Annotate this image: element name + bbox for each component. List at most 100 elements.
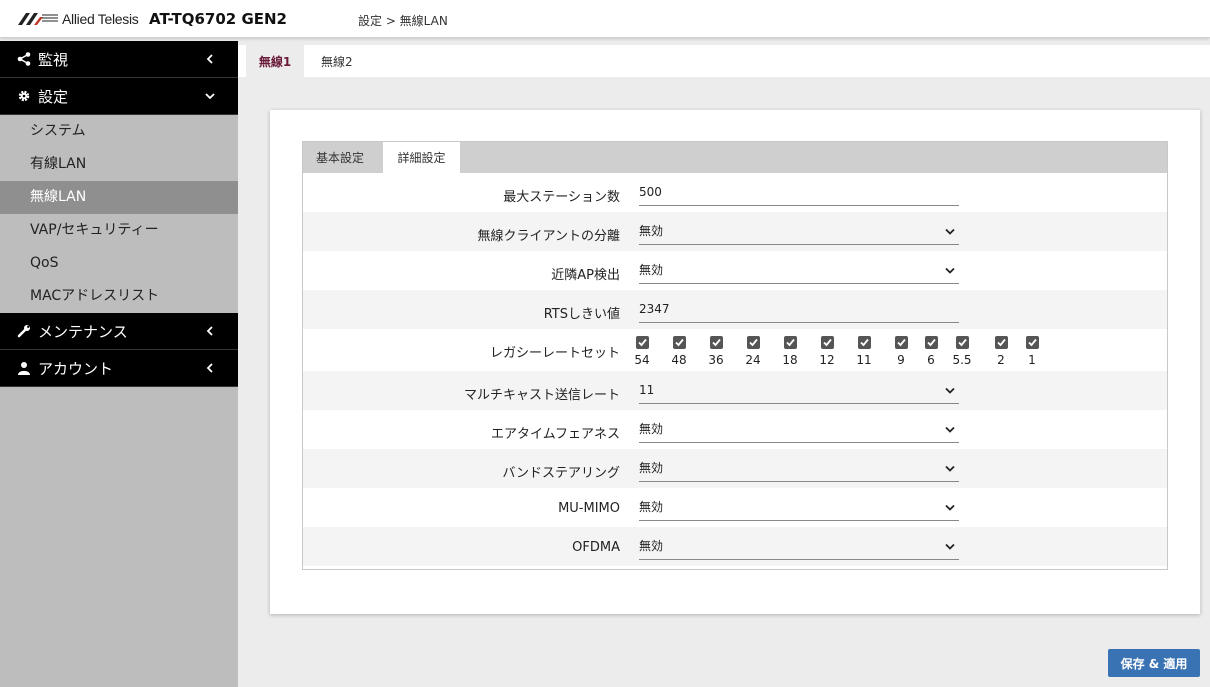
nav-group-label: 監視 bbox=[38, 50, 69, 69]
neighbor-ap-label: 近隣AP検出 bbox=[551, 268, 620, 283]
nav-group-label: メンテナンス bbox=[38, 322, 128, 341]
max-stations-label: 最大ステーション数 bbox=[503, 190, 620, 205]
ofdma-label: OFDMA bbox=[572, 540, 620, 555]
nav-group-maintenance[interactable]: メンテナンス bbox=[0, 313, 238, 350]
rate-checkbox[interactable] bbox=[955, 336, 969, 349]
sidebar-item-vap-security[interactable]: VAP/セキュリティー bbox=[0, 214, 238, 247]
chevron-down-icon bbox=[945, 228, 955, 235]
sidebar-item-system[interactable]: システム bbox=[0, 115, 238, 148]
legacy-rates-label: レガシーレートセット bbox=[489, 346, 620, 361]
legacy-rate-11: 11 bbox=[844, 336, 884, 367]
share-icon bbox=[16, 51, 32, 67]
row-airtime-fairness: エアタイムフェアネス 無効 bbox=[303, 410, 1167, 449]
row-multicast-rate: マルチキャスト送信レート 11 bbox=[303, 371, 1167, 410]
row-client-isolation: 無線クライアントの分離 無効 bbox=[303, 212, 1167, 251]
legacy-rate-36: 36 bbox=[696, 336, 736, 367]
save-apply-button[interactable]: 保存 & 適用 bbox=[1108, 649, 1200, 677]
rts-threshold-label: RTSしきい値 bbox=[543, 307, 620, 322]
legacy-rate-24: 24 bbox=[733, 336, 773, 367]
legacy-rate-18: 18 bbox=[770, 336, 810, 367]
rate-checkbox[interactable] bbox=[1025, 336, 1039, 349]
brand-name: Allied Telesis bbox=[62, 11, 139, 27]
tab-basic-settings[interactable]: 基本設定 bbox=[316, 142, 364, 173]
top-header: Allied Telesis AT-TQ6702 GEN2 設定 > 無線LAN bbox=[0, 0, 1210, 38]
rate-checkbox[interactable] bbox=[783, 336, 797, 349]
chevron-down-icon bbox=[945, 387, 955, 394]
nav-group-account[interactable]: アカウント bbox=[0, 350, 238, 387]
multicast-rate-label: マルチキャスト送信レート bbox=[463, 388, 620, 403]
rate-checkbox[interactable] bbox=[894, 336, 908, 349]
row-legacy-rates: レガシーレートセット 54 48 36 24 18 12 11 9 6 5.5 2 1 bbox=[303, 329, 1167, 371]
allied-telesis-logo-icon bbox=[18, 13, 58, 25]
mu-mimo-select[interactable]: 無効 bbox=[639, 496, 959, 521]
row-rts-threshold: RTSしきい値 2347 bbox=[303, 290, 1167, 329]
brand-logo: Allied Telesis bbox=[18, 11, 139, 27]
rate-checkbox[interactable] bbox=[635, 336, 649, 349]
rate-checkbox[interactable] bbox=[746, 336, 760, 349]
breadcrumb: 設定 > 無線LAN bbox=[358, 14, 448, 28]
settings-sub-tabs: 基本設定 詳細設定 bbox=[303, 142, 1167, 173]
device-model: AT-TQ6702 GEN2 bbox=[149, 10, 287, 28]
rate-checkbox[interactable] bbox=[672, 336, 686, 349]
settings-submenu: システム 有線LAN 無線LAN VAP/セキュリティー QoS MACアドレス… bbox=[0, 115, 238, 313]
tab-radio-1[interactable]: 無線1 bbox=[246, 45, 304, 77]
sidebar-item-wired-lan[interactable]: 有線LAN bbox=[0, 148, 238, 181]
chevron-left-icon bbox=[206, 54, 213, 64]
rts-threshold-input[interactable]: 2347 bbox=[639, 298, 959, 323]
neighbor-ap-select[interactable]: 無効 bbox=[639, 259, 959, 284]
chevron-down-icon bbox=[945, 267, 955, 274]
row-band-steering: バンドステアリング 無効 bbox=[303, 449, 1167, 488]
rate-label: 1 bbox=[1028, 353, 1036, 367]
multicast-rate-select[interactable]: 11 bbox=[639, 379, 959, 404]
settings-panel: 基本設定 詳細設定 最大ステーション数 500 無線クライアントの分離 無効 近… bbox=[270, 110, 1200, 614]
nav-group-monitor[interactable]: 監視 bbox=[0, 41, 238, 78]
tab-radio-2[interactable]: 無線2 bbox=[321, 45, 353, 77]
legacy-rate-5-5: 5.5 bbox=[942, 336, 982, 367]
sidebar: 監視 設定 システム 有線LAN 無線LAN VAP/セキュリティー QoS M… bbox=[0, 41, 238, 687]
legacy-rate-12: 12 bbox=[807, 336, 847, 367]
row-neighbor-ap: 近隣AP検出 無効 bbox=[303, 251, 1167, 290]
wrench-icon bbox=[16, 323, 32, 339]
rate-label: 24 bbox=[745, 353, 761, 367]
form-box: 基本設定 詳細設定 最大ステーション数 500 無線クライアントの分離 無効 近… bbox=[302, 141, 1168, 570]
nav-group-label: 設定 bbox=[38, 87, 69, 106]
rate-checkbox[interactable] bbox=[857, 336, 871, 349]
ofdma-select[interactable]: 無効 bbox=[639, 535, 959, 560]
legacy-rate-54: 54 bbox=[622, 336, 662, 367]
airtime-fairness-select[interactable]: 無効 bbox=[639, 418, 959, 443]
band-steering-label: バンドステアリング bbox=[502, 466, 620, 481]
nav-group-settings[interactable]: 設定 bbox=[0, 78, 238, 115]
band-steering-select[interactable]: 無効 bbox=[639, 457, 959, 482]
rate-checkbox[interactable] bbox=[924, 336, 938, 349]
client-isolation-select[interactable]: 無効 bbox=[639, 220, 959, 245]
rate-label: 12 bbox=[819, 353, 835, 367]
chevron-left-icon bbox=[206, 363, 213, 373]
chevron-down-icon bbox=[945, 543, 955, 550]
airtime-fairness-label: エアタイムフェアネス bbox=[491, 427, 620, 442]
rate-label: 36 bbox=[708, 353, 724, 367]
chevron-left-icon bbox=[206, 326, 213, 336]
tab-advanced-settings[interactable]: 詳細設定 bbox=[383, 142, 460, 173]
sidebar-item-mac-address-list[interactable]: MACアドレスリスト bbox=[0, 280, 238, 313]
row-mu-mimo: MU-MIMO 無効 bbox=[303, 488, 1167, 527]
nav-group-label: アカウント bbox=[38, 359, 114, 378]
rate-label: 11 bbox=[856, 353, 872, 367]
rate-label: 18 bbox=[782, 353, 798, 367]
rate-label: 48 bbox=[671, 353, 687, 367]
max-stations-input[interactable]: 500 bbox=[639, 181, 959, 206]
sidebar-item-qos[interactable]: QoS bbox=[0, 247, 238, 280]
row-max-stations: 最大ステーション数 500 bbox=[303, 173, 1167, 212]
mu-mimo-label: MU-MIMO bbox=[558, 501, 620, 516]
chevron-down-icon bbox=[945, 426, 955, 433]
row-ofdma: OFDMA 無効 bbox=[303, 527, 1167, 566]
sidebar-item-wireless-lan[interactable]: 無線LAN bbox=[0, 181, 238, 214]
gear-icon bbox=[16, 88, 32, 104]
legacy-rate-48: 48 bbox=[659, 336, 699, 367]
chevron-down-icon bbox=[945, 465, 955, 472]
rate-checkbox[interactable] bbox=[709, 336, 723, 349]
legacy-rate-1: 1 bbox=[1012, 336, 1052, 367]
radio-tabs: 無線1 無線2 bbox=[238, 45, 1210, 77]
rate-checkbox[interactable] bbox=[994, 336, 1008, 349]
rate-checkbox[interactable] bbox=[820, 336, 834, 349]
chevron-down-icon bbox=[945, 504, 955, 511]
